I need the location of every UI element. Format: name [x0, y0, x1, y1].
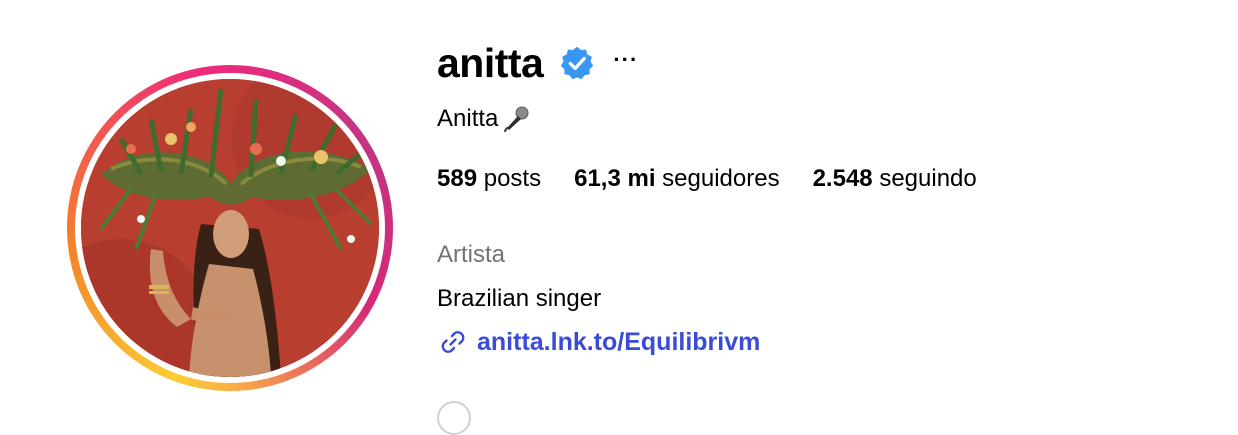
- avatar-ring-gap: [75, 73, 385, 383]
- profile-picture[interactable]: [81, 79, 379, 377]
- more-options-button[interactable]: ···: [613, 49, 638, 71]
- posts-stat[interactable]: 589 posts: [437, 163, 541, 195]
- bio-link-text[interactable]: anitta.lnk.to/Equilibrivm: [477, 326, 760, 358]
- profile-photo-illustration: [81, 79, 379, 377]
- profile-category: Artista: [437, 241, 506, 268]
- link-icon: [441, 331, 465, 353]
- username: anitta: [437, 40, 544, 86]
- profile-bio: Brazilian singer: [437, 285, 602, 312]
- full-name-row: Anitta: [437, 103, 530, 135]
- followers-stat[interactable]: 61,3 mi seguidores: [574, 163, 779, 195]
- verified-badge-icon: [561, 46, 594, 80]
- followers-count: 61,3 mi: [574, 165, 656, 192]
- microphone-icon: [504, 106, 529, 132]
- profile-picture-story-ring[interactable]: [67, 65, 393, 391]
- profile-stats: 589 posts 61,3 mi seguidores 2.548 segui…: [437, 163, 1010, 195]
- bio-link[interactable]: anitta.lnk.to/Equilibrivm: [437, 326, 760, 358]
- posts-label: posts: [483, 165, 542, 192]
- full-name: Anitta: [437, 105, 499, 132]
- posts-count: 589: [437, 165, 478, 192]
- following-stat[interactable]: 2.548 seguindo: [813, 163, 977, 195]
- followers-label: seguidores: [662, 165, 780, 192]
- username-row: anitta ···: [437, 38, 638, 88]
- following-count: 2.548: [812, 165, 873, 192]
- following-label: seguindo: [879, 165, 977, 192]
- story-highlight-partial[interactable]: [437, 401, 471, 435]
